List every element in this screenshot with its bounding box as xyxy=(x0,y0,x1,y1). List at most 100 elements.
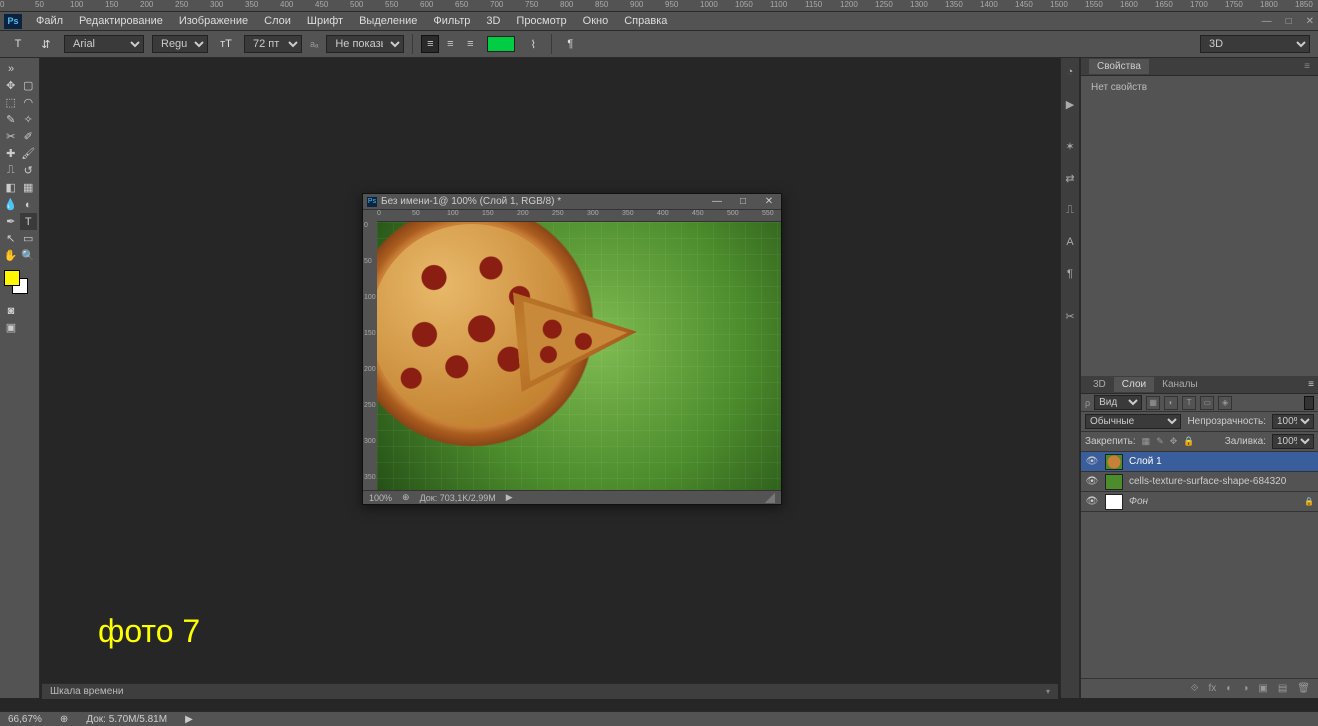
dodge-tool-icon[interactable]: ◐ xyxy=(20,196,38,213)
layer-row[interactable]: 👁 Фон 🔒 xyxy=(1081,492,1318,512)
layer-name[interactable]: Фон xyxy=(1129,496,1148,507)
eyedropper-tool-icon[interactable]: ✐ xyxy=(20,128,38,145)
layer-row[interactable]: 👁 cells-texture-surface-shape-684320 xyxy=(1081,472,1318,492)
layers-menu-icon[interactable]: ≡ xyxy=(1308,379,1314,390)
lock-transparent-icon[interactable]: ▦ xyxy=(1142,436,1151,447)
layer-row[interactable]: 👁 Слой 1 xyxy=(1081,452,1318,472)
eraser-tool-icon[interactable]: ◧ xyxy=(2,179,20,196)
doc-maximize-icon[interactable]: □ xyxy=(735,196,751,208)
doc-close-icon[interactable]: ✕ xyxy=(761,196,777,208)
paragraph-panel-icon[interactable]: ¶ xyxy=(1062,266,1078,282)
quickmask-icon[interactable]: ◙ xyxy=(2,302,20,319)
panel-menu-icon[interactable]: ≡ xyxy=(1304,61,1310,72)
zoom-level[interactable]: 66,67% xyxy=(8,714,42,725)
visibility-icon[interactable]: 👁 xyxy=(1085,476,1099,487)
lock-all-icon[interactable]: 🔒 xyxy=(1183,436,1194,447)
close-icon[interactable]: ✕ xyxy=(1306,16,1314,27)
doc-globe-icon[interactable]: ⊕ xyxy=(402,492,410,503)
filter-kind-select[interactable]: Вид xyxy=(1094,395,1142,410)
align-center-icon[interactable]: ≡ xyxy=(441,35,459,53)
menu-item[interactable]: Файл xyxy=(28,15,71,27)
menu-item[interactable]: Просмотр xyxy=(508,15,574,27)
marquee-tool-icon[interactable]: ⬚ xyxy=(2,94,20,111)
filter-search-icon[interactable]: ρ xyxy=(1085,398,1090,408)
resize-handle-icon[interactable] xyxy=(765,493,775,503)
menu-item[interactable]: Окно xyxy=(575,15,617,27)
orientation-icon[interactable]: ⇵ xyxy=(36,34,56,54)
blend-mode-select[interactable]: Обычные xyxy=(1085,414,1181,429)
layer-thumbnail[interactable] xyxy=(1105,494,1123,510)
new-layer-icon[interactable]: ▤ xyxy=(1278,683,1287,694)
stamp-tool-icon[interactable]: ⎍ xyxy=(2,162,20,179)
antialias-select[interactable]: Не показывать xyxy=(326,35,404,53)
align-left-icon[interactable]: ≡ xyxy=(421,35,439,53)
quick-select-tool-icon[interactable]: ✎ xyxy=(2,111,20,128)
collapse-icon[interactable]: ▾ xyxy=(1046,687,1050,696)
play-icon[interactable]: ▶ xyxy=(185,714,193,725)
layer-thumbnail[interactable] xyxy=(1105,454,1123,470)
restore-icon[interactable]: □ xyxy=(1286,16,1292,27)
font-size-select[interactable]: 72 пт xyxy=(244,35,302,53)
lock-pixels-icon[interactable]: ✎ xyxy=(1156,436,1164,447)
menu-item[interactable]: Изображение xyxy=(171,15,256,27)
character-panel-icon[interactable]: ¶ xyxy=(560,34,580,54)
adjustment-layer-icon[interactable]: ◑ xyxy=(1242,683,1248,694)
minimize-icon[interactable]: — xyxy=(1262,16,1272,27)
gradient-tool-icon[interactable]: ▦ xyxy=(20,179,38,196)
actions-panel-icon[interactable]: ▶ xyxy=(1062,96,1078,112)
expand-icon[interactable]: » xyxy=(2,60,20,77)
zoom-tool-icon[interactable]: 🔍 xyxy=(20,247,38,264)
menu-item[interactable]: Справка xyxy=(616,15,675,27)
layer-fx-icon[interactable]: fx xyxy=(1209,683,1217,694)
group-icon[interactable]: ▣ xyxy=(1258,683,1267,694)
opacity-select[interactable]: 100% xyxy=(1272,414,1314,429)
warp-text-icon[interactable]: ⌇ xyxy=(523,34,543,54)
pen-tool-icon[interactable]: ✒ xyxy=(2,213,20,230)
menu-item[interactable]: Слои xyxy=(256,15,299,27)
char-panel-icon[interactable]: A xyxy=(1062,234,1078,250)
delete-layer-icon[interactable]: 🗑 xyxy=(1297,683,1310,694)
brush-tool-icon[interactable]: 🖌 xyxy=(20,145,38,162)
text-color-swatch[interactable] xyxy=(487,36,515,52)
globe-icon[interactable]: ⊕ xyxy=(60,714,68,725)
font-family-select[interactable]: Arial xyxy=(64,35,144,53)
fill-select[interactable]: 100% xyxy=(1272,434,1314,449)
filter-type-icon[interactable]: T xyxy=(1182,396,1196,410)
tab-3d[interactable]: 3D xyxy=(1085,377,1114,392)
layer-mask-icon[interactable]: ◐ xyxy=(1226,683,1232,694)
history-brush-tool-icon[interactable]: ↺ xyxy=(20,162,38,179)
spot-heal-tool-icon[interactable]: ✚ xyxy=(2,145,20,162)
doc-zoom[interactable]: 100% xyxy=(369,493,392,503)
move-tool-icon[interactable]: ✥ xyxy=(2,77,20,94)
doc-play-icon[interactable]: ▶ xyxy=(506,492,513,503)
layer-name[interactable]: Слой 1 xyxy=(1129,456,1162,467)
clone-source-icon[interactable]: ⎍ xyxy=(1062,202,1078,218)
font-style-select[interactable]: Regular xyxy=(152,35,208,53)
timeline-panel-header[interactable]: Шкала времени ▾ xyxy=(42,683,1058,699)
shape-tool-icon[interactable]: ▭ xyxy=(20,230,38,247)
screenmode-icon[interactable]: ▣ xyxy=(2,319,20,336)
crop-tool-icon[interactable]: ✂ xyxy=(2,128,20,145)
brush-presets-icon[interactable]: ⇄ xyxy=(1062,170,1078,186)
magic-wand-tool-icon[interactable]: ✧ xyxy=(20,111,38,128)
document-titlebar[interactable]: Ps Без имени-1@ 100% (Слой 1, RGB/8) * —… xyxy=(363,194,781,210)
align-right-icon[interactable]: ≡ xyxy=(461,35,479,53)
canvas[interactable] xyxy=(377,222,781,490)
lasso-tool-icon[interactable]: ◠ xyxy=(20,94,38,111)
menu-item[interactable]: 3D xyxy=(478,15,508,27)
filter-adjust-icon[interactable]: ◐ xyxy=(1164,396,1178,410)
tab-channels[interactable]: Каналы xyxy=(1154,377,1206,392)
lock-position-icon[interactable]: ✥ xyxy=(1170,436,1178,447)
tab-layers[interactable]: Слои xyxy=(1114,377,1154,392)
filter-toggle-icon[interactable] xyxy=(1304,396,1314,410)
visibility-icon[interactable]: 👁 xyxy=(1085,496,1099,507)
history-panel-icon[interactable]: ◔ xyxy=(1062,64,1078,80)
color-swatches[interactable] xyxy=(2,268,37,296)
link-layers-icon[interactable]: ⟐ xyxy=(1191,683,1199,694)
blur-tool-icon[interactable]: 💧 xyxy=(2,196,20,213)
filter-shape-icon[interactable]: ▭ xyxy=(1200,396,1214,410)
type-tool-icon[interactable]: T xyxy=(8,34,28,54)
menu-item[interactable]: Редактирование xyxy=(71,15,171,27)
menu-item[interactable]: Выделение xyxy=(351,15,425,27)
properties-tab[interactable]: Свойства xyxy=(1089,59,1149,74)
